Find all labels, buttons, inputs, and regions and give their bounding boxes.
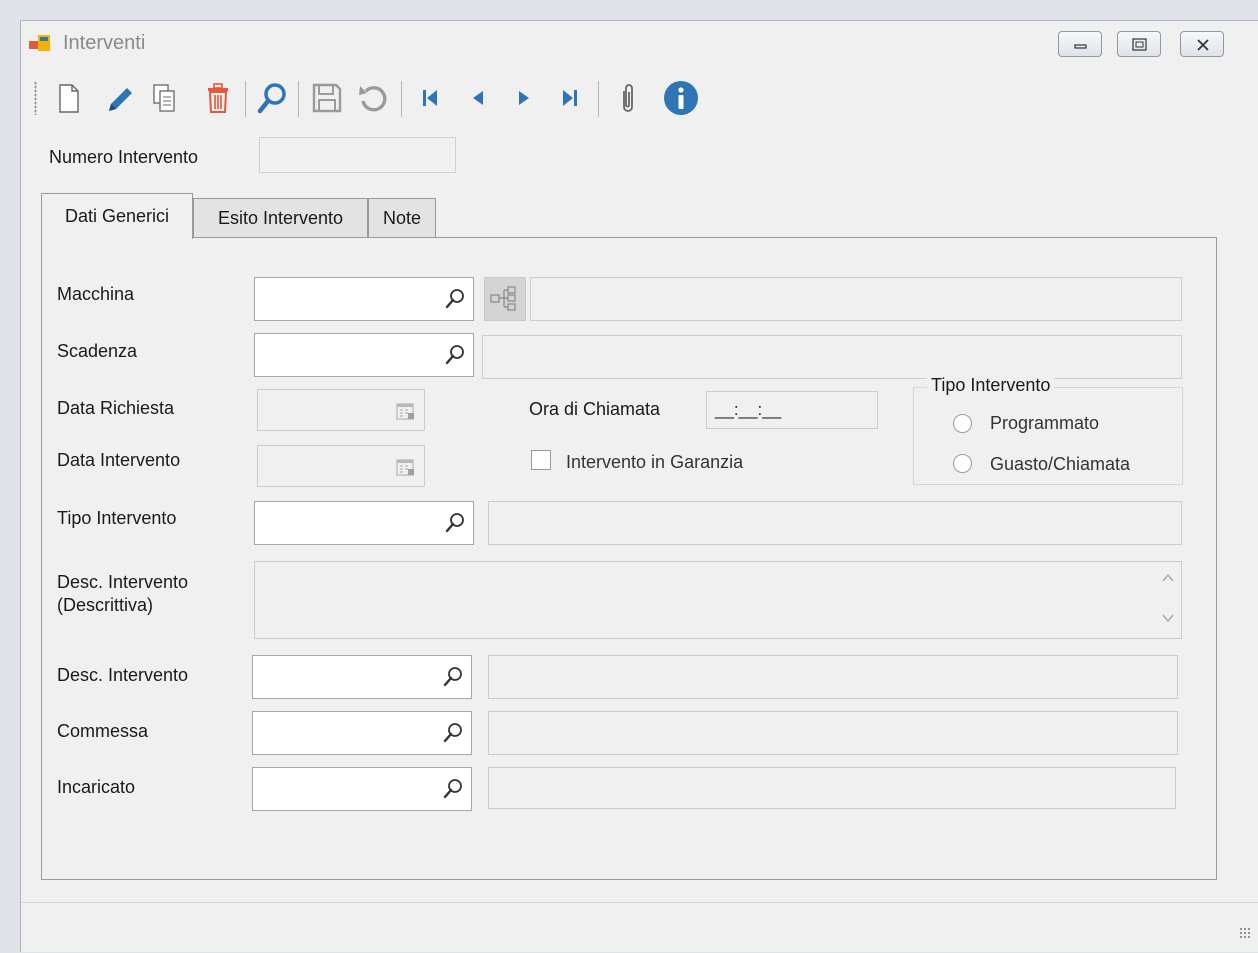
copy-button[interactable] (145, 79, 183, 117)
guasto-chiamata-radio[interactable] (953, 454, 972, 473)
macchina-code-input[interactable] (254, 277, 474, 321)
scroll-up-icon[interactable] (1161, 572, 1175, 584)
previous-record-button[interactable] (459, 79, 497, 117)
undo-button[interactable] (354, 79, 392, 117)
delete-button[interactable] (199, 79, 237, 117)
lookup-search-icon[interactable] (444, 287, 466, 311)
next-record-icon (519, 91, 529, 105)
calendar-icon[interactable] (395, 400, 417, 422)
tab-esito-intervento[interactable]: Esito Intervento (193, 198, 368, 238)
lookup-search-icon[interactable] (442, 777, 464, 801)
tree-structure-icon (490, 286, 516, 311)
programmato-radio[interactable] (953, 414, 972, 433)
tree-view-button[interactable] (484, 277, 526, 321)
attachment-icon (623, 84, 633, 112)
tipo-intervento-label: Tipo Intervento (57, 508, 177, 528)
guasto-chiamata-label: Guasto/Chiamata (990, 454, 1131, 474)
garanzia-checkbox[interactable] (531, 450, 551, 470)
scadenza-code-input[interactable] (254, 333, 474, 377)
close-button[interactable] (1180, 31, 1224, 57)
resize-grip[interactable] (1239, 927, 1251, 939)
data-intervento-input[interactable] (257, 445, 425, 487)
incaricato-code-input[interactable] (252, 767, 472, 811)
lookup-search-icon[interactable] (444, 511, 466, 535)
ora-chiamata-input[interactable]: __:__:__ (706, 391, 878, 429)
scadenza-description-field (482, 335, 1182, 379)
tipo-intervento-description-field (488, 501, 1182, 545)
scroll-down-icon[interactable] (1161, 612, 1175, 624)
commessa-label: Commessa (57, 721, 149, 741)
toolbar-separator (298, 81, 299, 117)
toolbar-separator (245, 81, 246, 117)
last-record-button[interactable] (551, 79, 589, 117)
desc-descrittiva-textarea[interactable] (254, 561, 1182, 639)
desc-intervento-label: Desc. Intervento (57, 665, 189, 685)
close-icon (1197, 39, 1209, 51)
tab-note[interactable]: Note (368, 198, 436, 238)
numero-intervento-field[interactable] (259, 137, 456, 173)
undo-icon (359, 86, 387, 112)
minimize-button[interactable] (1058, 31, 1102, 57)
interventi-window: Interventi Numero Intervento Dati Generi… (20, 20, 1258, 952)
new-icon (59, 84, 79, 113)
desc-descrittiva-label-line2: (Descrittiva) (57, 595, 154, 615)
app-form-icon (29, 35, 50, 51)
info-button[interactable] (661, 79, 699, 117)
minimize-icon (1074, 44, 1087, 49)
toolbar-separator (401, 81, 402, 117)
last-record-icon (563, 90, 577, 106)
desc-intervento-description-field (488, 655, 1178, 699)
lookup-search-icon[interactable] (444, 343, 466, 367)
tab-dati-generici[interactable]: Dati Generici (41, 193, 193, 239)
lookup-search-icon[interactable] (442, 721, 464, 745)
previous-record-icon (473, 91, 483, 105)
first-record-button[interactable] (411, 79, 449, 117)
garanzia-label: Intervento in Garanzia (566, 452, 744, 472)
edit-button[interactable] (101, 79, 139, 117)
calendar-icon[interactable] (395, 456, 417, 478)
desc-intervento-code-input[interactable] (252, 655, 472, 699)
attachment-button[interactable] (609, 79, 647, 117)
status-bar (21, 902, 1258, 953)
toolbar-separator (598, 81, 599, 117)
new-button[interactable] (49, 79, 87, 117)
macchina-description-field (530, 277, 1182, 321)
copy-icon (153, 84, 175, 112)
save-icon (312, 83, 342, 113)
data-richiesta-label: Data Richiesta (57, 398, 175, 418)
macchina-label: Macchina (57, 284, 135, 304)
tipo-intervento-code-input[interactable] (254, 501, 474, 545)
toolbar (21, 73, 1258, 123)
next-record-button[interactable] (505, 79, 543, 117)
tipo-intervento-group-title: Tipo Intervento (927, 375, 1055, 396)
first-record-icon (423, 90, 437, 106)
programmato-label: Programmato (990, 413, 1100, 433)
save-button[interactable] (308, 79, 346, 117)
incaricato-description-field (488, 767, 1176, 809)
commessa-description-field (488, 711, 1178, 755)
window-title: Interventi (63, 32, 146, 54)
search-button[interactable] (253, 79, 291, 117)
incaricato-label: Incaricato (57, 777, 136, 797)
edit-icon (109, 88, 132, 111)
title-bar: Interventi (21, 21, 1258, 71)
data-richiesta-input[interactable] (257, 389, 425, 431)
delete-icon (208, 83, 228, 113)
maximize-button[interactable] (1117, 31, 1161, 57)
commessa-code-input[interactable] (252, 711, 472, 755)
maximize-icon (1132, 38, 1147, 51)
numero-intervento-label: Numero Intervento (49, 147, 199, 167)
desc-descrittiva-label-line1: Desc. Intervento (57, 572, 189, 592)
ora-chiamata-label: Ora di Chiamata (529, 399, 661, 419)
info-icon (664, 81, 698, 115)
data-intervento-label: Data Intervento (57, 450, 181, 470)
search-icon (257, 83, 286, 114)
scadenza-label: Scadenza (57, 341, 138, 361)
toolbar-grip[interactable] (34, 81, 37, 115)
lookup-search-icon[interactable] (442, 665, 464, 689)
